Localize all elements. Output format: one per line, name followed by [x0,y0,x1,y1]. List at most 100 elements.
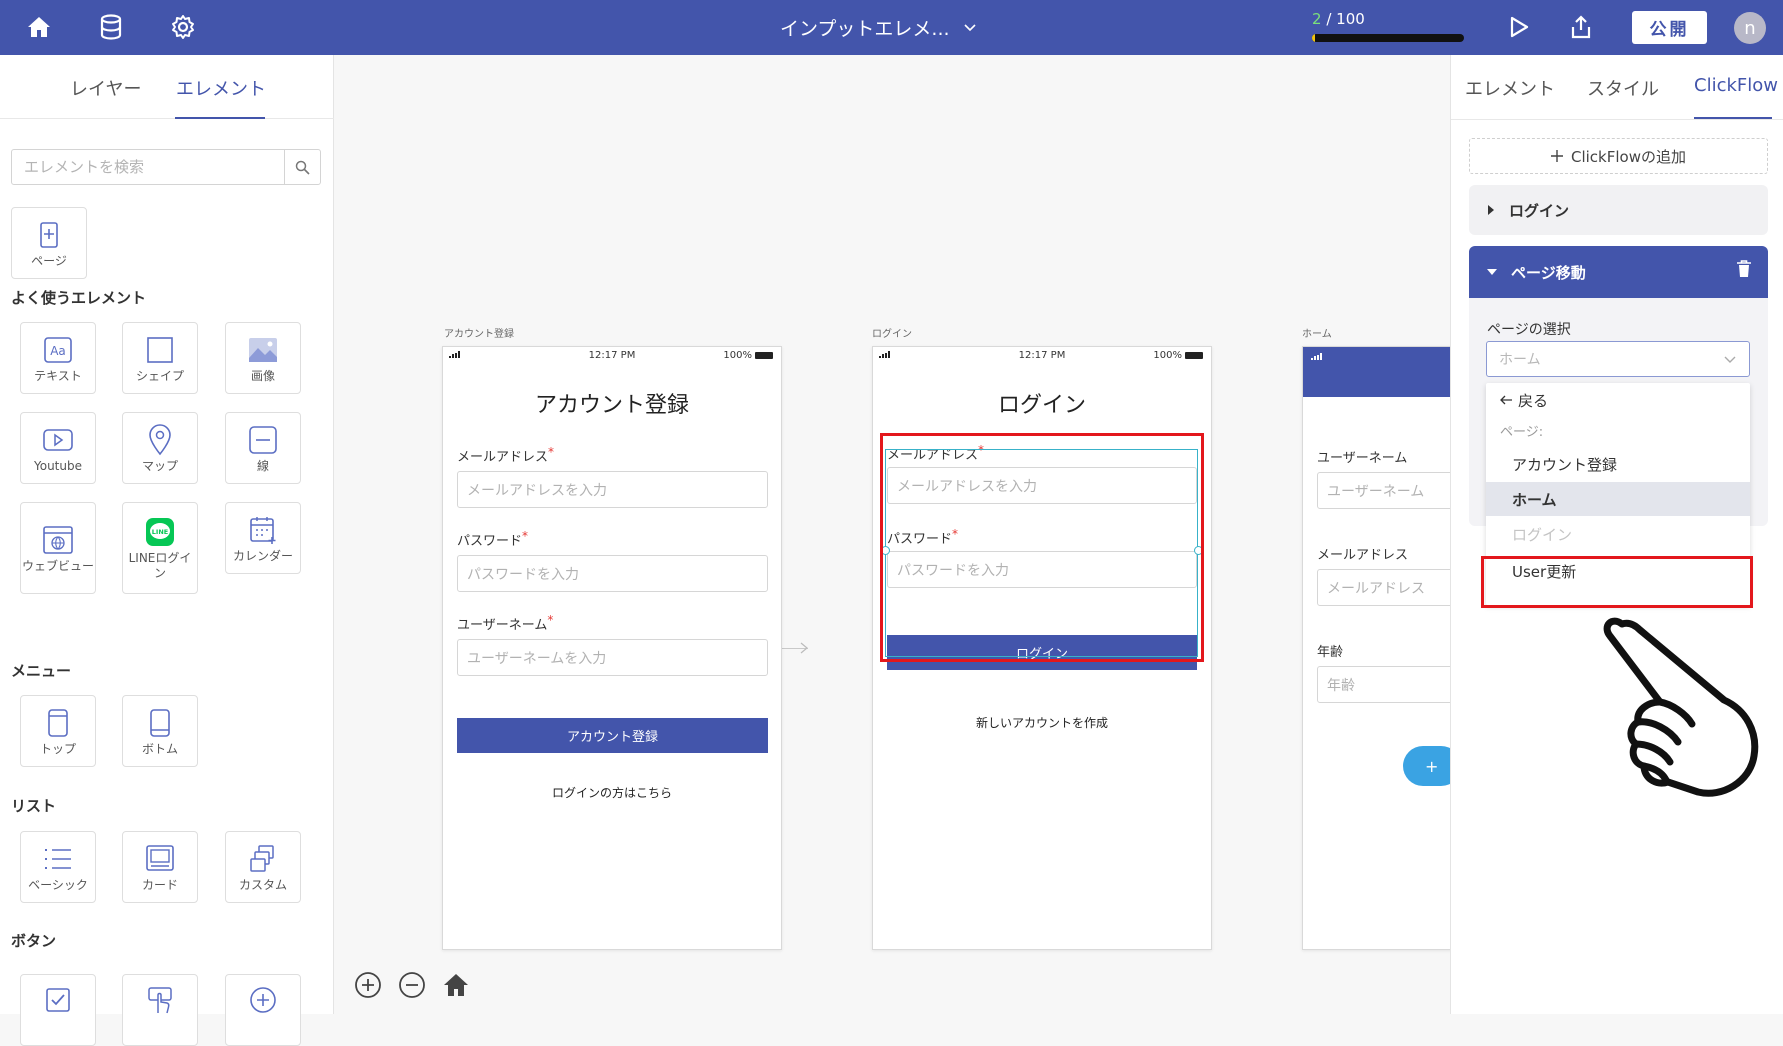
home-icon[interactable] [24,12,54,42]
signup-button[interactable]: アカウント登録 [457,718,768,753]
element-tile-map[interactable]: マップ [122,412,198,484]
element-label: カード [141,877,178,892]
canvas[interactable]: アカウント登録 12:17 PM 100% アカウント登録 メールアドレス* メ… [334,55,1450,1014]
element-tile-custom-list[interactable]: カスタム [225,831,301,903]
battery-level: 100% [723,350,752,361]
email-field[interactable]: メールアドレス [1317,569,1450,606]
tab-clickflow[interactable]: ClickFlow [1694,75,1778,96]
left-panel-tabs: レイヤー エレメント [0,55,334,119]
screen-title: ログイン [997,393,1086,418]
element-tile-checkbox-button[interactable] [20,974,96,1046]
tab-elements[interactable]: エレメント [176,75,266,101]
screen-label-signup: アカウント登録 [444,329,514,340]
section-title-menu: メニュー [11,662,72,680]
username-field[interactable]: ユーザーネームを入力 [457,639,768,676]
dropdown-group-label: ページ: [1500,424,1544,440]
element-tile-card-list[interactable]: カード [122,831,198,903]
search-icon[interactable] [284,150,320,184]
element-tile-image[interactable]: 画像 [225,322,301,394]
calendar-icon [248,513,278,547]
caret-right-icon [1488,205,1494,215]
element-tile-top-menu[interactable]: トップ [20,695,96,767]
avatar[interactable]: n [1734,12,1766,44]
svg-text:LINE: LINE [152,528,168,536]
screen-home[interactable]: ユーザーネーム ユーザーネーム メールアドレス メールアドレス 年齢 年齢 + [1302,346,1450,950]
element-label: 画像 [250,368,275,383]
clickflow-item-header[interactable]: ページ移動 [1469,246,1768,298]
top-menu-icon [47,706,69,740]
element-tile-basic-list[interactable]: ベーシック [20,831,96,903]
add-fab-button[interactable]: + [1403,746,1450,786]
database-icon[interactable] [96,12,126,42]
screen-label-login: ログイン [872,329,912,340]
battery-indicator: 100% [723,350,773,361]
pointing-hand-icon [1603,617,1759,797]
progress-indicator: 2 / 100 [1312,10,1464,42]
element-tile-page[interactable]: ページ [11,207,87,279]
element-tile-line-login[interactable]: LINE LINEログイン [122,502,198,594]
bottom-menu-icon [149,706,171,740]
arrow-back-icon [1500,395,1512,405]
element-tile-add-button[interactable] [225,974,301,1046]
progress-current: 2 [1312,10,1322,28]
battery-indicator: 100% [1153,350,1203,361]
status-bar: 12:17 PM 100% [443,347,781,365]
login-link[interactable]: ログインの方はこちら [443,784,781,801]
text-icon: Aa [43,333,73,367]
tab-style[interactable]: スタイル [1587,75,1659,101]
section-title-button: ボタン [11,932,57,950]
clickflow-item-label: ログイン [1509,201,1570,220]
element-tile-bottom-menu[interactable]: ボトム [122,695,198,767]
create-account-link[interactable]: 新しいアカウントを作成 [873,714,1211,731]
element-tile-calendar[interactable]: カレンダー [225,502,301,574]
chevron-down-icon [963,23,976,31]
publish-button[interactable]: 公開 [1632,11,1707,44]
checkbox-icon [44,983,72,1017]
tab-layers[interactable]: レイヤー [70,75,141,101]
zoom-in-icon[interactable] [352,969,384,1001]
project-title-dropdown[interactable]: インプットエレメ... [780,14,1040,41]
caret-down-icon [1487,269,1497,275]
password-field[interactable]: パスワードを入力 [457,555,768,592]
webview-icon [42,523,74,557]
trash-icon[interactable] [1736,260,1752,282]
age-field[interactable]: 年齢 [1317,666,1450,703]
username-label: ユーザーネーム [1317,451,1408,466]
element-tile-shape[interactable]: シェイプ [122,322,198,394]
share-icon[interactable] [1566,12,1596,42]
email-field[interactable]: メールアドレスを入力 [457,471,768,508]
svg-text:Aa: Aa [50,344,66,358]
search-input[interactable] [12,150,284,184]
tab-element[interactable]: エレメント [1465,75,1555,101]
dropdown-option-login: ログイン [1512,525,1573,544]
element-tile-youtube[interactable]: Youtube [20,412,96,484]
play-icon[interactable] [1504,12,1534,42]
element-tile-text[interactable]: Aa テキスト [20,322,96,394]
element-label: 線 [256,458,269,473]
dropdown-back-item[interactable]: 戻る [1486,383,1750,417]
zoom-out-icon[interactable] [396,969,428,1001]
add-clickflow-button[interactable]: ClickFlowの追加 [1469,138,1768,174]
home-view-icon[interactable] [440,969,472,1001]
tap-icon [146,983,174,1017]
clickflow-item-login[interactable]: ログイン [1469,185,1768,235]
username-field[interactable]: ユーザーネーム [1317,472,1450,509]
map-pin-icon [147,423,173,457]
element-tile-webview[interactable]: ウェブビュー [20,502,96,594]
line-icon [248,423,278,457]
element-tile-line[interactable]: 線 [225,412,301,484]
element-label: ウェブビュー [21,558,94,573]
screen-signup[interactable]: 12:17 PM 100% アカウント登録 メールアドレス* メールアドレスを入… [442,346,782,950]
page-select[interactable]: ホーム [1486,341,1750,377]
element-tile-tap-button[interactable] [122,974,198,1046]
element-label: ページ [31,253,67,268]
page-add-icon [39,218,59,252]
email-label: メールアドレス [1317,548,1409,563]
gear-icon[interactable] [168,12,198,42]
dropdown-option-home[interactable]: ホーム [1486,482,1750,516]
signal-icon [1311,353,1322,360]
element-label: テキスト [34,368,82,383]
progress-total: / 100 [1326,10,1365,28]
dropdown-option-signup[interactable]: アカウント登録 [1486,447,1750,481]
dropdown-back-label: 戻る [1518,391,1549,410]
